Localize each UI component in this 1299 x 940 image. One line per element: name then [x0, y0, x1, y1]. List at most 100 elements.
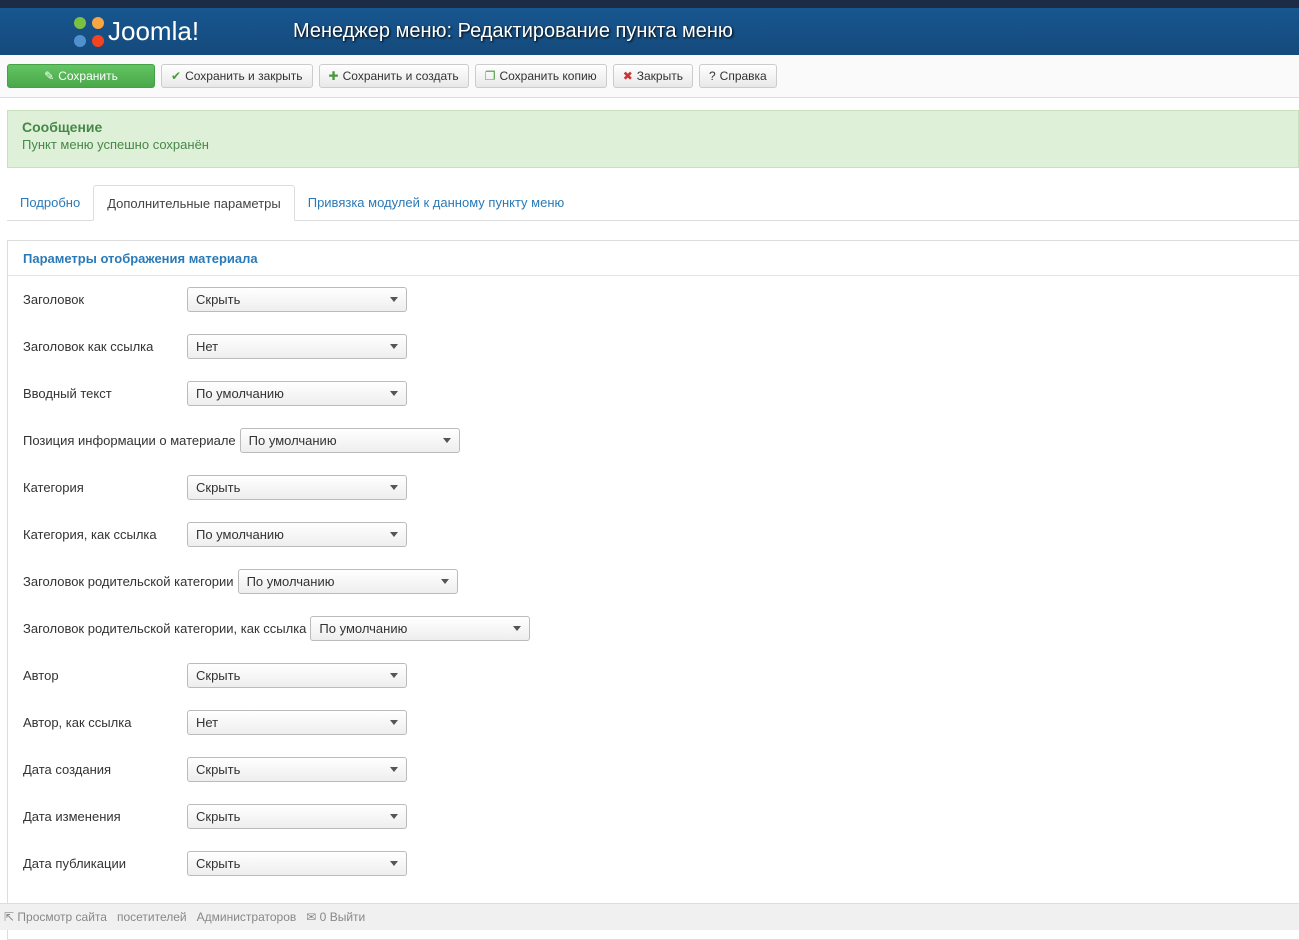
form-row: Дата создания Скрыть — [8, 746, 1299, 793]
button-label: Закрыть — [636, 69, 683, 83]
chevron-down-icon — [390, 391, 398, 396]
field-label: Категория, как ссылка — [23, 527, 157, 542]
joomla-logo[interactable]: Joomla! — [74, 16, 224, 47]
view-site-link[interactable]: ⇱ Просмотр сайта — [4, 910, 107, 924]
button-label: Справка — [719, 69, 767, 83]
view-site-label: Просмотр сайта — [17, 910, 107, 924]
panel-title: Параметры отображения материала — [8, 241, 1299, 276]
field-select[interactable]: Скрыть — [187, 287, 407, 312]
field-select[interactable]: Нет — [187, 334, 407, 359]
close-button[interactable]: ✖ Закрыть — [612, 64, 693, 88]
button-label: Сохранить — [58, 69, 118, 83]
select-value: Скрыть — [196, 856, 241, 871]
field-label: Заголовок родительской категории — [23, 574, 234, 589]
chevron-down-icon — [513, 626, 522, 631]
field-label: Автор — [23, 668, 59, 683]
field-label: Позиция информации о материале — [23, 433, 236, 448]
toolbar: ✎ Сохранить ✔ Сохранить и закрыть ✚ Сохранить… — [0, 55, 1299, 98]
form-row: Позиция информации о материале По умолчан… — [8, 417, 1299, 464]
field-select[interactable]: Скрыть — [187, 757, 407, 782]
tabs: Подробно Дополнительные параметры Привяз… — [7, 185, 1299, 221]
mail-icon: ✉ — [306, 910, 317, 924]
field-select[interactable]: По умолчанию — [310, 616, 531, 641]
top-bar — [0, 0, 1299, 8]
select-value: По умолчанию — [196, 386, 284, 401]
chevron-down-icon — [390, 485, 398, 490]
field-select[interactable]: Скрыть — [187, 804, 407, 829]
field-label: Дата изменения — [23, 809, 121, 824]
chevron-down-icon — [390, 532, 398, 537]
select-value: Скрыть — [196, 292, 241, 307]
save-icon: ✎ — [44, 69, 55, 83]
tab-details[interactable]: Подробно — [7, 185, 93, 220]
field-select[interactable]: Скрыть — [187, 475, 407, 500]
field-label: Дата создания — [23, 762, 112, 777]
messages-link[interactable]: ✉ 0 Выйти — [306, 910, 365, 924]
field-select[interactable]: По умолчанию — [187, 381, 407, 406]
select-value: По умолчанию — [319, 621, 408, 636]
field-label: Заголовок как ссылка — [23, 339, 154, 354]
chevron-down-icon — [390, 861, 398, 866]
messages-count: 0 — [319, 910, 327, 924]
select-value: По умолчанию — [248, 433, 337, 448]
chevron-down-icon — [390, 767, 398, 772]
form-row: Автор Скрыть — [8, 652, 1299, 699]
display-options-panel: Параметры отображения материала Заголово… — [7, 240, 1299, 940]
save-copy-icon: ❐ — [484, 69, 496, 83]
chevron-down-icon — [390, 814, 398, 819]
visitors-count: посетителей — [116, 910, 187, 924]
save-close-icon: ✔ — [171, 69, 182, 83]
form-row: Дата изменения Скрыть — [8, 793, 1299, 840]
save-close-button[interactable]: ✔ Сохранить и закрыть — [161, 64, 313, 88]
form-row: Заголовок Скрыть — [8, 276, 1299, 323]
form-row: Вводный текст По умолчанию — [8, 370, 1299, 417]
field-select[interactable]: Скрыть — [187, 851, 407, 876]
help-button[interactable]: ? Справка — [698, 64, 777, 88]
select-value: Скрыть — [196, 809, 241, 824]
select-value: Скрыть — [196, 668, 241, 683]
status-bar: ⇱ Просмотр сайта посетителей Администрат… — [0, 903, 1299, 930]
field-label: Дата публикации — [23, 856, 126, 871]
tab-advanced-options[interactable]: Дополнительные параметры — [93, 185, 295, 221]
field-select[interactable]: Нет — [187, 710, 407, 735]
button-label: Сохранить и создать — [342, 69, 459, 83]
help-icon: ? — [708, 69, 716, 83]
header: Joomla! Менеджер меню: Редактирование пу… — [0, 8, 1299, 55]
select-value: Скрыть — [196, 480, 241, 495]
button-label: Сохранить копию — [499, 69, 597, 83]
field-label: Заголовок — [23, 292, 85, 307]
field-label: Категория — [23, 480, 84, 495]
form-row: Заголовок родительской категории По умолч… — [8, 558, 1299, 605]
form-row: Категория Скрыть — [8, 464, 1299, 511]
save-copy-button[interactable]: ❐ Сохранить копию — [474, 64, 607, 88]
select-value: Скрыть — [196, 762, 241, 777]
select-value: По умолчанию — [246, 574, 335, 589]
message-text: Пункт меню успешно сохранён — [22, 137, 209, 152]
chevron-down-icon — [390, 344, 398, 349]
field-label: Заголовок родительской категории, как сс… — [23, 621, 307, 636]
select-value: Нет — [196, 715, 219, 730]
close-icon: ✖ — [622, 69, 633, 83]
message-title: Сообщение — [22, 119, 103, 135]
admins-count: Администраторов — [196, 910, 297, 924]
joomla-logo-icon — [74, 16, 104, 47]
field-select[interactable]: По умолчанию — [237, 569, 458, 594]
form-row: Заголовок родительской категории, как сс… — [8, 605, 1299, 652]
save-new-button[interactable]: ✚ Сохранить и создать — [318, 64, 469, 88]
success-message: Сообщение Пункт меню успешно сохранён — [7, 110, 1299, 168]
save-new-icon: ✚ — [328, 69, 339, 83]
select-value: По умолчанию — [196, 527, 284, 542]
chevron-down-icon — [390, 297, 398, 302]
save-button[interactable]: ✎ Сохранить — [7, 64, 155, 88]
field-select[interactable]: По умолчанию — [187, 522, 407, 547]
field-label: Автор, как ссылка — [23, 715, 132, 730]
logo-text: Joomla! — [108, 16, 200, 46]
chevron-down-icon — [442, 438, 451, 443]
chevron-down-icon — [390, 720, 398, 725]
logout-link[interactable]: Выйти — [330, 910, 366, 924]
tab-module-assignment[interactable]: Привязка модулей к данному пункту меню — [295, 185, 578, 220]
field-select[interactable]: По умолчанию — [239, 428, 460, 453]
page-title: Менеджер меню: Редактирование пункта мен… — [293, 20, 733, 42]
form-row: Категория, как ссылка По умолчанию — [8, 511, 1299, 558]
field-select[interactable]: Скрыть — [187, 663, 407, 688]
